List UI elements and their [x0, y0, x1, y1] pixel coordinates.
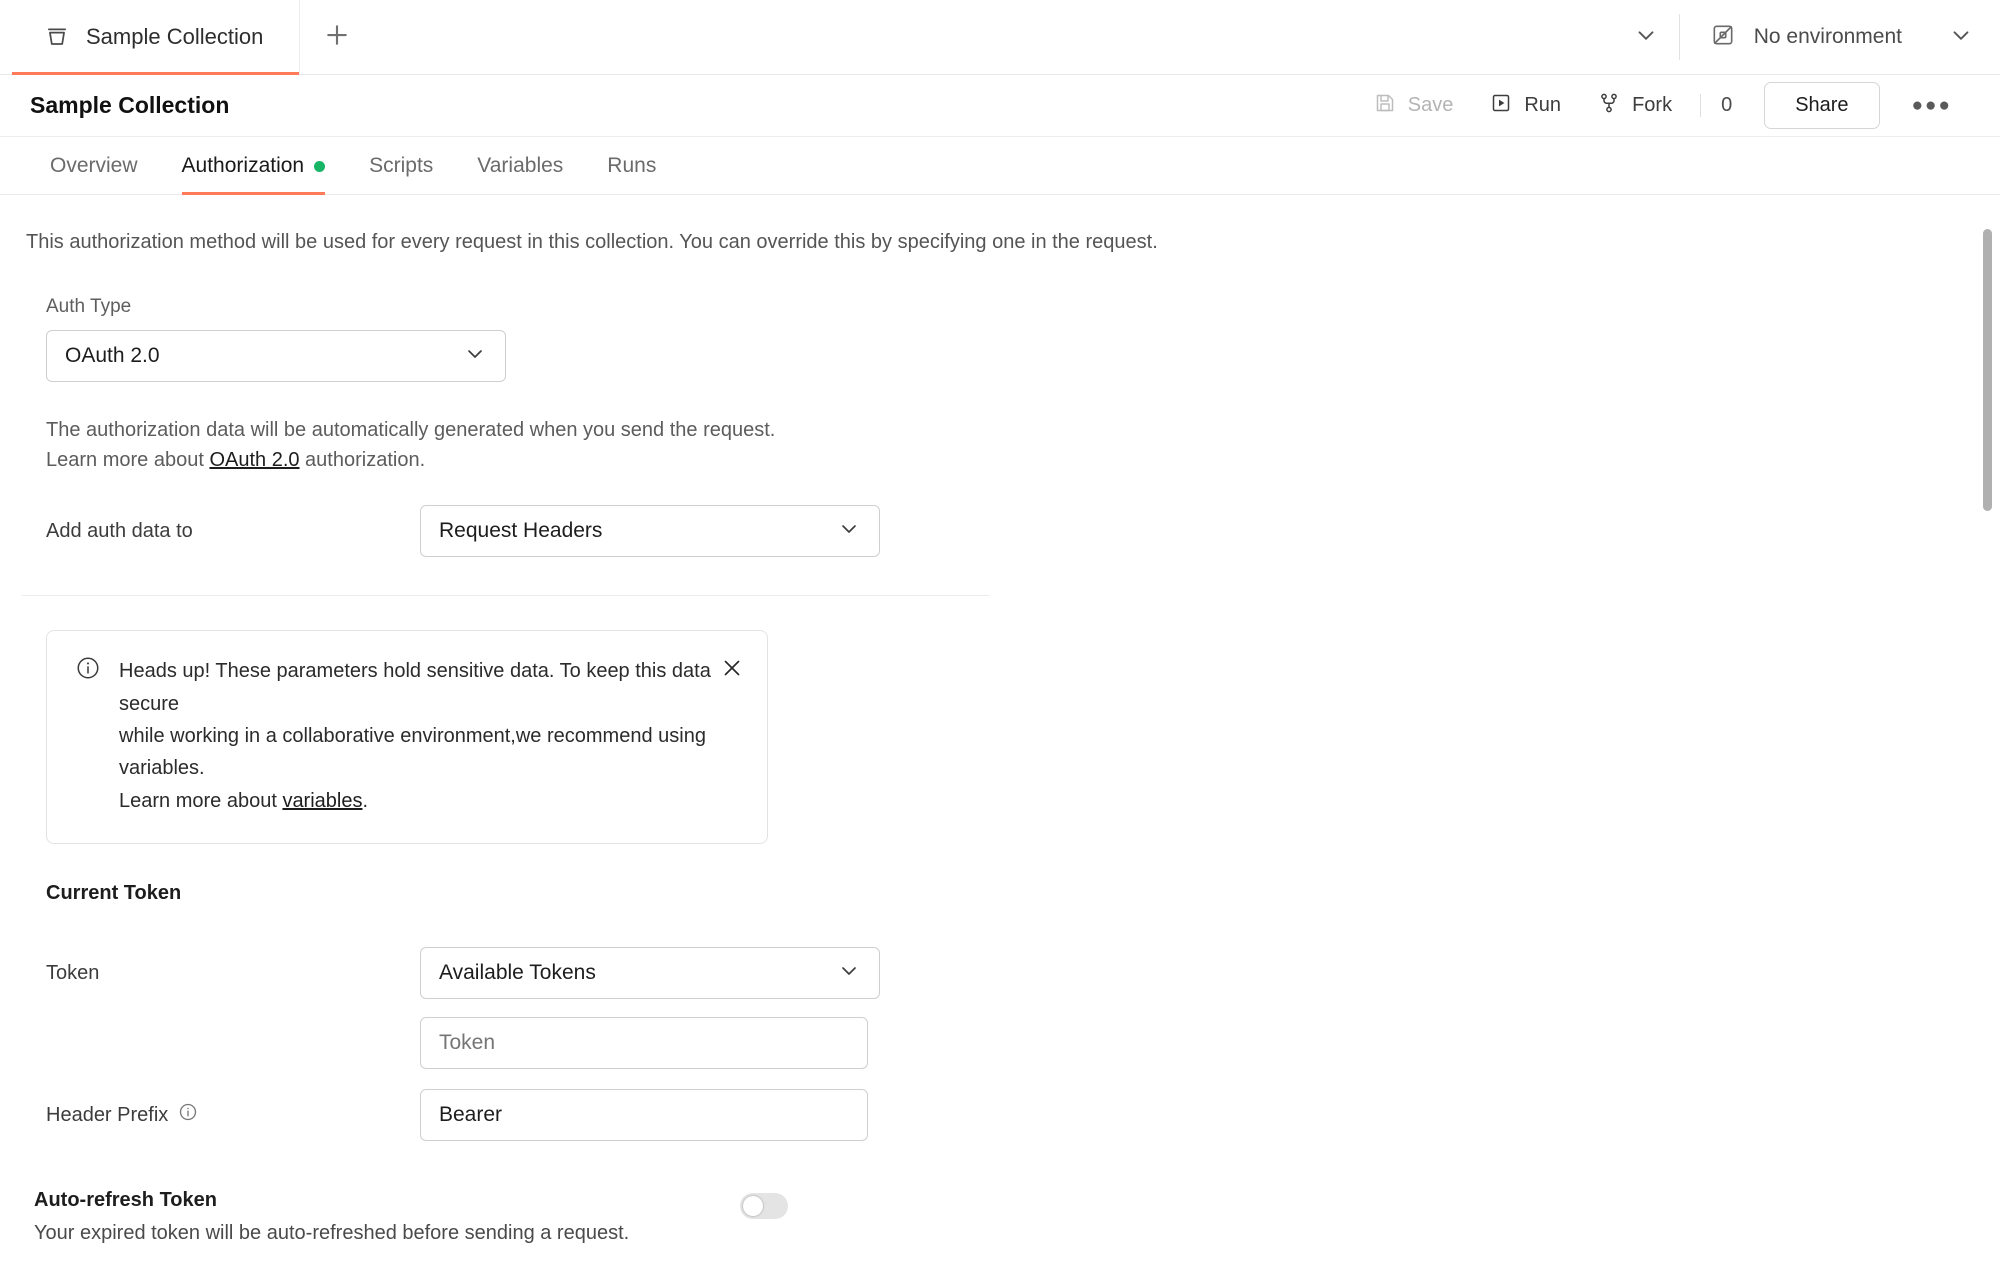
auto-refresh-toggle[interactable] — [740, 1193, 788, 1220]
auto-refresh-title: Auto-refresh Token — [34, 1189, 217, 1212]
vertical-scrollbar-thumb[interactable] — [1983, 229, 1992, 511]
page-title: Sample Collection — [30, 92, 230, 118]
chevron-down-icon — [837, 959, 861, 988]
tab-scripts[interactable]: Scripts — [347, 154, 455, 194]
auth-help-prefix: Learn more about — [46, 448, 210, 471]
callout-line-3-prefix: Learn more about — [119, 789, 283, 812]
callout-line-3: Learn more about variables. — [119, 785, 737, 817]
authorization-description: This authorization method will be used f… — [26, 231, 1158, 253]
current-token-section: Current Token Token Available Tokens Hea… — [0, 882, 2000, 1142]
more-options-button[interactable]: ●●● — [1894, 85, 1970, 127]
play-box-icon — [1489, 91, 1513, 121]
token-row: Token Available Tokens — [46, 947, 2000, 1000]
tab-strip-spacer — [374, 0, 1613, 74]
info-circle-icon — [75, 655, 101, 817]
section-divider — [22, 595, 990, 597]
collection-icon — [44, 24, 70, 50]
fork-count: 0 — [1700, 94, 1752, 117]
more-horizontal-icon: ●●● — [1911, 94, 1952, 116]
token-input-row — [46, 1017, 2000, 1070]
oauth2-doc-link[interactable]: OAuth 2.0 — [209, 449, 299, 471]
callout-line-1: Heads up! These parameters hold sensitiv… — [119, 660, 711, 715]
no-environment-icon — [1710, 22, 1736, 53]
tab-variables[interactable]: Variables — [455, 154, 585, 194]
tab-sample-collection[interactable]: Sample Collection — [0, 0, 300, 75]
window-tab-strip: Sample Collection No environment — [0, 0, 2000, 75]
token-input[interactable] — [420, 1017, 868, 1070]
add-auth-data-to-row: Add auth data to Request Headers — [46, 505, 2000, 558]
token-label: Token — [46, 961, 100, 984]
unsaved-changes-dot-icon — [314, 160, 326, 172]
token-select[interactable]: Available Tokens — [420, 947, 880, 1000]
tab-label: Authorization — [181, 154, 305, 177]
auth-type-value: OAuth 2.0 — [65, 344, 160, 367]
tab-label: Sample Collection — [86, 24, 264, 49]
callout-line-2: while working in a collaborative environ… — [119, 724, 706, 780]
auth-type-label: Auth Type — [46, 296, 132, 317]
collection-header: Sample Collection Save Run Fork 0 Share … — [0, 75, 2000, 137]
new-tab-button[interactable] — [300, 0, 374, 74]
save-label: Save — [1407, 94, 1454, 116]
callout-wrapper: Heads up! These parameters hold sensitiv… — [0, 630, 2000, 845]
auto-refresh-text: Auto-refresh Token Your expired token wi… — [34, 1189, 740, 1245]
auth-help-suffix: authorization. — [299, 448, 426, 471]
tab-runs[interactable]: Runs — [585, 154, 678, 194]
tab-overview[interactable]: Overview — [28, 154, 160, 194]
tab-authorization[interactable]: Authorization — [160, 154, 348, 195]
add-auth-data-to-label: Add auth data to — [46, 519, 193, 542]
tab-label: Variables — [477, 154, 564, 177]
header-prefix-row: Header Prefix — [46, 1089, 2000, 1142]
info-circle-icon[interactable] — [178, 1102, 198, 1128]
header-prefix-label-group: Header Prefix — [46, 1102, 420, 1128]
authorization-form: Auth Type OAuth 2.0 The authorization da… — [0, 296, 2000, 558]
tab-label: Scripts — [369, 154, 434, 177]
fork-branch-icon — [1597, 91, 1621, 121]
save-button[interactable]: Save — [1355, 83, 1472, 129]
add-auth-data-to-select[interactable]: Request Headers — [420, 505, 880, 558]
auto-refresh-section: Auto-refresh Token Your expired token wi… — [0, 1189, 2000, 1245]
chevron-down-icon — [1633, 22, 1659, 53]
auth-help-line-2: Learn more about OAuth 2.0 authorization… — [46, 446, 2000, 476]
run-button[interactable]: Run — [1471, 83, 1579, 129]
tab-label: Runs — [607, 154, 657, 177]
tabs-overflow-button[interactable] — [1613, 0, 1679, 74]
auth-type-group: Auth Type OAuth 2.0 — [46, 296, 2000, 382]
header-prefix-label: Header Prefix — [46, 1103, 169, 1126]
environment-selector[interactable]: No environment — [1680, 0, 2000, 74]
add-auth-data-to-value: Request Headers — [439, 519, 603, 543]
chevron-down-icon — [837, 517, 861, 546]
fork-button[interactable]: Fork — [1579, 83, 1690, 129]
variables-doc-link[interactable]: variables — [282, 790, 362, 812]
auth-help-line-1: The authorization data will be automatic… — [46, 419, 776, 441]
save-disk-icon — [1373, 91, 1397, 121]
callout-line-3-suffix: . — [362, 789, 369, 812]
environment-label: No environment — [1753, 25, 1902, 48]
authorization-panel: This authorization method will be used f… — [0, 195, 2000, 1265]
current-token-title: Current Token — [46, 882, 182, 905]
auto-refresh-description: Your expired token will be auto-refreshe… — [34, 1222, 630, 1245]
run-label: Run — [1524, 94, 1562, 116]
header-actions: Save Run Fork 0 Share ●●● — [1355, 82, 1970, 129]
callout-text: Heads up! These parameters hold sensitiv… — [119, 655, 737, 817]
chevron-down-icon — [463, 342, 487, 371]
header-prefix-input[interactable] — [420, 1089, 868, 1142]
token-select-value: Available Tokens — [439, 961, 596, 985]
tab-label: Overview — [50, 154, 138, 177]
auth-type-select[interactable]: OAuth 2.0 — [46, 330, 506, 382]
collection-tabs: Overview Authorization Scripts Variables… — [0, 137, 2000, 195]
fork-label: Fork — [1632, 94, 1673, 116]
close-icon[interactable] — [719, 655, 745, 686]
share-button[interactable]: Share — [1764, 82, 1880, 129]
chevron-down-icon — [1948, 22, 1974, 53]
sensitive-data-callout: Heads up! These parameters hold sensitiv… — [46, 630, 768, 845]
toggle-knob — [743, 1196, 763, 1217]
plus-icon — [322, 20, 352, 55]
